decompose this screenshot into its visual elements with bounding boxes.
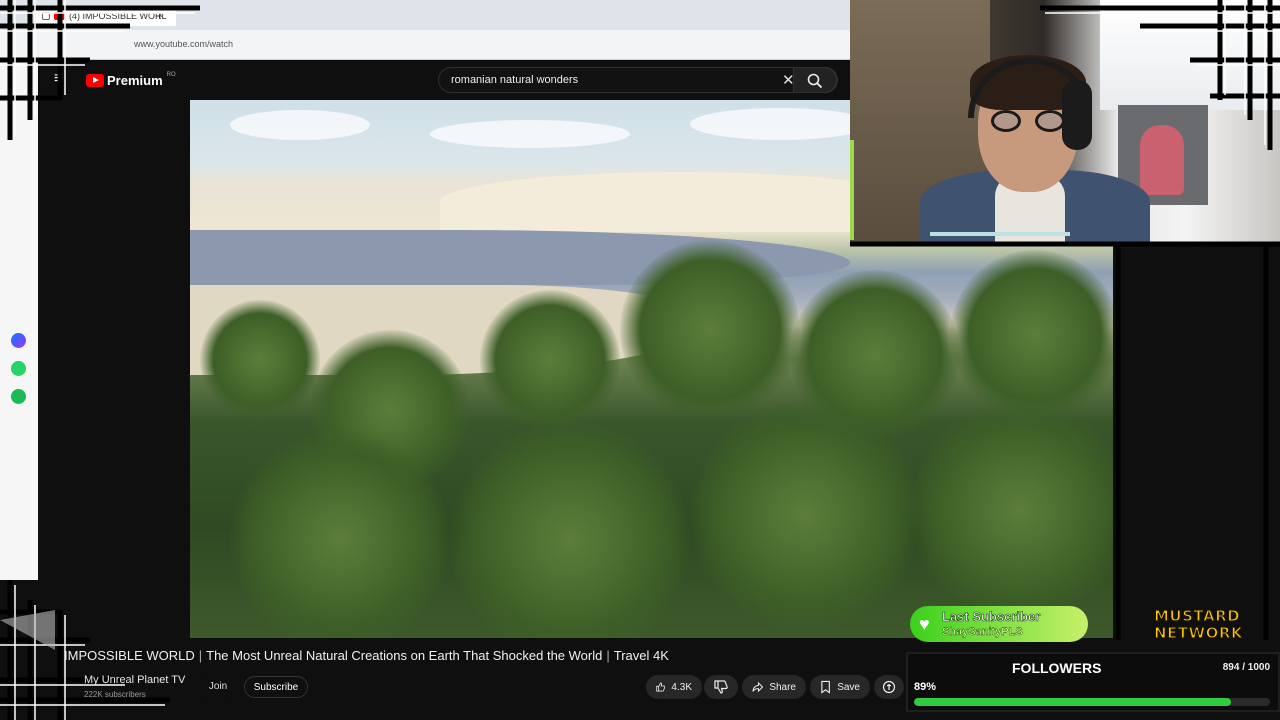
address-url: www.youtube.com/watch [134,39,234,49]
share-arrow-icon [752,681,764,693]
heart-icon: ♥ [919,614,930,634]
dislike-button[interactable] [704,675,738,699]
followers-count: 894 / 1000 [1222,662,1270,673]
browser-tab-bar: (4) IMPOSSIBLE WORL + [0,0,850,30]
youtube-favicon-icon [54,12,65,20]
webcam-overlay [850,0,1280,245]
palm-tree [200,300,320,420]
save-label: Save [837,681,860,693]
sand-dune [440,172,920,232]
cam-accent-line [930,232,1070,236]
bookmark-icon [821,680,830,694]
like-button[interactable]: 4.3K [646,675,702,699]
youtube-header: ≡ Premium RO romanian natural wonders ✕ [38,60,850,100]
browser-tab-label: (4) IMPOSSIBLE WORL [69,11,167,21]
last-subscriber-widget: ♥ Last Subscriber ShaySanityPLS [910,606,1088,642]
join-button[interactable]: Join [198,676,238,698]
glasses [983,110,1077,134]
like-count: 4.3K [671,681,692,693]
search-box[interactable]: romanian natural wonders ✕ [438,67,838,93]
video-title: IMPOSSIBLE WORLD | The Most Unreal Natural… [64,648,844,668]
video-title-text: The Most Unreal Natural Creations on Ear… [206,648,603,663]
thanks-icon [882,680,896,694]
menu-icon[interactable]: ≡ [54,70,68,88]
palm-tree [690,400,920,630]
palm-tree [950,250,1113,420]
last-subscriber-name: ShaySanityPLS [942,626,1023,638]
followers-progress-fill [914,698,1231,706]
speaker-icon [42,12,50,20]
screen: (4) IMPOSSIBLE WORL + www.youtube.com/wa… [0,0,1280,720]
search-icon [807,73,823,89]
search-button[interactable] [793,67,837,93]
subscribe-button[interactable]: Subscribe [244,676,308,698]
save-button[interactable]: Save [810,675,870,699]
address-bar[interactable]: www.youtube.com/watch [0,30,850,60]
youtube-premium-logo[interactable]: Premium RO [86,71,176,88]
region-code: RO [166,71,176,78]
followers-title: FOLLOWERS [1012,660,1102,676]
messenger-icon[interactable] [11,333,26,348]
video-title-channel-tag[interactable]: IMPOSSIBLE WORLD [64,648,195,663]
cam-accent-line [850,140,854,240]
followers-goal-widget: FOLLOWERS 894 / 1000 89% [906,652,1280,712]
cam-window [1100,0,1280,110]
title-separator: | [198,648,203,663]
channel-name[interactable]: My Unreal Planet TV [84,674,204,686]
palm-tree [480,290,620,430]
thanks-button[interactable] [874,675,904,699]
brand-line-2: NETWORK [1153,624,1244,642]
cloud [430,120,630,148]
palm-tree [230,430,450,638]
logo-text: Premium [107,73,163,88]
palm-tree [620,240,800,420]
palm-tree [450,420,690,638]
channel-info[interactable]: My Unreal Planet TV 222K subscribers [84,674,204,699]
followers-progress-track [914,698,1270,706]
brand-line-1: MUSTARD [1153,607,1241,625]
last-subscriber-title: Last Subscriber [942,609,1041,625]
thumbs-down-icon [714,680,728,694]
video-title-suffix: Travel 4K [613,648,669,663]
followers-percent: 89% [914,681,937,693]
browser-sidebar [0,60,38,580]
subscriber-count: 222K subscribers [84,690,146,699]
new-tab-button[interactable]: + [156,9,163,23]
title-separator: | [606,648,610,663]
palm-tree [910,400,1113,620]
browser-tab[interactable]: (4) IMPOSSIBLE WORL [36,6,176,26]
mustard-network-logo: MUSTARD NETWORK [1153,607,1276,644]
whatsapp-icon[interactable] [11,361,26,376]
spotify-icon[interactable] [11,389,26,404]
cloud [690,108,870,140]
share-button[interactable]: Share [742,675,806,699]
share-label: Share [769,681,796,693]
thumbs-up-icon [656,682,666,692]
youtube-play-icon [86,74,104,87]
cloud [230,110,370,140]
search-input[interactable]: romanian natural wonders [451,74,578,86]
